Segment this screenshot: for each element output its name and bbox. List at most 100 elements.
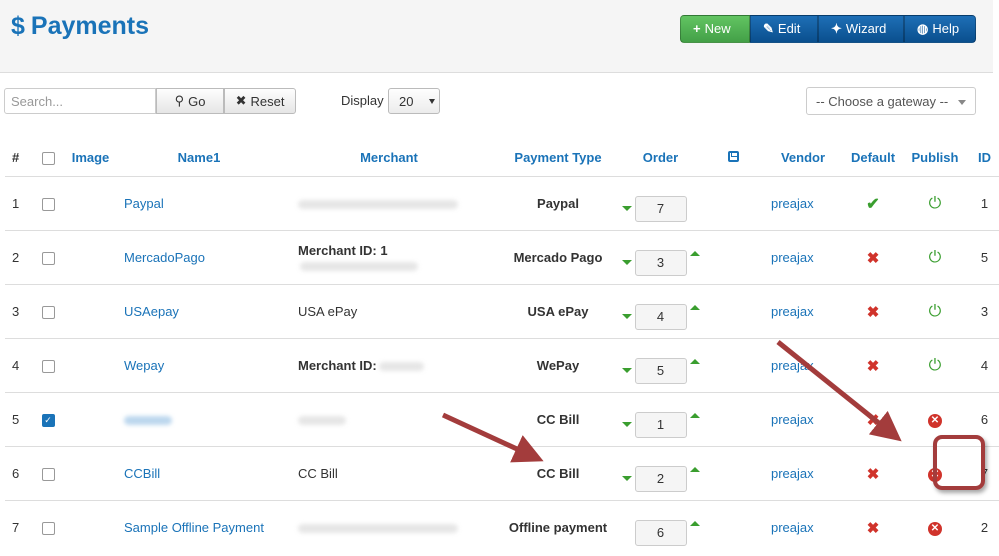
redacted-text [300, 261, 418, 271]
order-input[interactable]: 2 [634, 465, 687, 492]
vendor-link[interactable]: preajax [763, 284, 843, 339]
move-up-icon[interactable] [689, 413, 700, 418]
row-checkbox[interactable] [33, 177, 63, 231]
redacted-text [298, 524, 458, 534]
col-header-order[interactable]: Order [618, 139, 703, 177]
order-cell: 1 [618, 392, 703, 447]
move-up-icon[interactable] [689, 521, 700, 526]
row-checkbox[interactable] [33, 338, 63, 393]
row-number: 5 [5, 392, 33, 447]
image-cell [63, 177, 118, 231]
order-spacer [703, 284, 763, 339]
lifebuoy-icon: ◍ [917, 21, 929, 36]
default-toggle[interactable]: ✖ [843, 500, 903, 554]
order-input[interactable]: 7 [634, 195, 687, 222]
default-toggle[interactable]: ✖ [843, 338, 903, 393]
row-checkbox[interactable] [33, 284, 63, 339]
redacted-text [298, 200, 458, 210]
move-down-icon[interactable] [621, 368, 632, 373]
save-order-button[interactable] [703, 139, 763, 177]
vendor-link[interactable]: preajax [763, 338, 843, 393]
vendor-link[interactable]: preajax [763, 177, 843, 231]
order-input[interactable]: 6 [634, 519, 687, 546]
move-up-icon[interactable] [689, 305, 700, 310]
col-header-publish[interactable]: Publish [903, 139, 967, 177]
default-toggle[interactable]: ✖ [843, 446, 903, 501]
move-up-icon[interactable] [689, 467, 700, 472]
order-input[interactable]: 4 [634, 303, 687, 330]
page-header: $ Payments + New ✎ Edit ✦ Wizard ◍ Help [0, 0, 993, 73]
name-link[interactable]: Wepay [118, 338, 280, 393]
col-header-default[interactable]: Default [843, 139, 903, 177]
gateway-select[interactable]: -- Choose a gateway -- [806, 87, 976, 115]
table-row: 2 MercadoPago Merchant ID: 1 Mercado Pag… [5, 230, 999, 285]
name-link[interactable]: CCBill [118, 446, 280, 501]
check-icon: ✔ [866, 195, 880, 213]
publish-toggle[interactable]: ⏻ [903, 177, 967, 231]
move-down-icon[interactable] [621, 422, 632, 427]
vendor-link[interactable]: preajax [763, 392, 843, 447]
col-header-name[interactable]: Name1 [118, 139, 280, 177]
order-input[interactable]: 1 [634, 411, 687, 438]
select-all-checkbox[interactable] [33, 139, 63, 177]
default-toggle[interactable]: ✔ [843, 177, 903, 231]
id-cell: 3 [967, 284, 999, 339]
publish-toggle[interactable]: ⏻ [903, 284, 967, 339]
wizard-button[interactable]: ✦ Wizard [818, 15, 904, 43]
name-link[interactable] [118, 392, 280, 447]
reset-button[interactable]: ✖ Reset [224, 88, 296, 114]
payment-type-cell: CC Bill [498, 392, 618, 447]
table-row: 3 USAepay USA ePay USA ePay 4 preajax ✖ … [5, 284, 999, 339]
vendor-link[interactable]: preajax [763, 230, 843, 285]
name-link[interactable]: Sample Offline Payment [118, 500, 280, 554]
edit-icon: ✎ [763, 21, 774, 36]
wand-icon: ✦ [831, 21, 842, 36]
table-row: 1 Paypal Paypal 7 preajax ✔ ⏻ 1 [5, 177, 999, 231]
col-header-image[interactable]: Image [63, 139, 118, 177]
col-header-vendor[interactable]: Vendor [763, 139, 843, 177]
publish-toggle[interactable]: ⏻ [903, 230, 967, 285]
publish-toggle[interactable]: ⏻ [903, 338, 967, 393]
go-button[interactable]: ⚲ Go [156, 88, 224, 114]
x-icon: ✖ [866, 357, 880, 375]
vendor-link[interactable]: preajax [763, 500, 843, 554]
move-up-icon[interactable] [689, 359, 700, 364]
row-checkbox[interactable] [33, 230, 63, 285]
close-icon: ✖ [235, 93, 247, 108]
col-header-payment-type[interactable]: Payment Type [498, 139, 618, 177]
default-toggle[interactable]: ✖ [843, 230, 903, 285]
order-spacer [703, 500, 763, 554]
move-down-icon[interactable] [621, 314, 632, 319]
move-up-icon[interactable] [689, 251, 700, 256]
help-button[interactable]: ◍ Help [904, 15, 976, 43]
merchant-cell [280, 392, 498, 447]
row-number: 4 [5, 338, 33, 393]
default-toggle[interactable]: ✖ [843, 392, 903, 447]
move-down-icon[interactable] [621, 476, 632, 481]
default-toggle[interactable]: ✖ [843, 284, 903, 339]
vendor-link[interactable]: preajax [763, 446, 843, 501]
row-number: 1 [12, 196, 20, 211]
order-input[interactable]: 5 [634, 357, 687, 384]
move-down-icon[interactable] [621, 206, 632, 211]
name-link[interactable]: MercadoPago [118, 230, 280, 285]
row-checkbox[interactable] [33, 446, 63, 501]
publish-toggle[interactable]: ✕ [903, 500, 967, 554]
col-header-merchant[interactable]: Merchant [280, 139, 498, 177]
merchant-cell: Merchant ID: [280, 338, 498, 393]
col-header-id[interactable]: ID [967, 139, 999, 177]
order-cell: 5 [618, 338, 703, 393]
edit-button[interactable]: ✎ Edit [750, 15, 818, 43]
new-button[interactable]: + New [680, 15, 750, 43]
payment-type-cell: CC Bill [498, 446, 618, 501]
image-cell [63, 284, 118, 339]
name-link[interactable]: USAepay [118, 284, 280, 339]
move-down-icon[interactable] [621, 260, 632, 265]
payment-type-cell: USA ePay [498, 284, 618, 339]
row-checkbox[interactable] [33, 500, 63, 554]
search-input[interactable] [4, 88, 156, 114]
row-checkbox[interactable]: ✓ [33, 392, 63, 447]
name-link[interactable]: Paypal [118, 177, 280, 231]
order-input[interactable]: 3 [634, 249, 687, 276]
display-select[interactable]: 20 [388, 88, 440, 114]
